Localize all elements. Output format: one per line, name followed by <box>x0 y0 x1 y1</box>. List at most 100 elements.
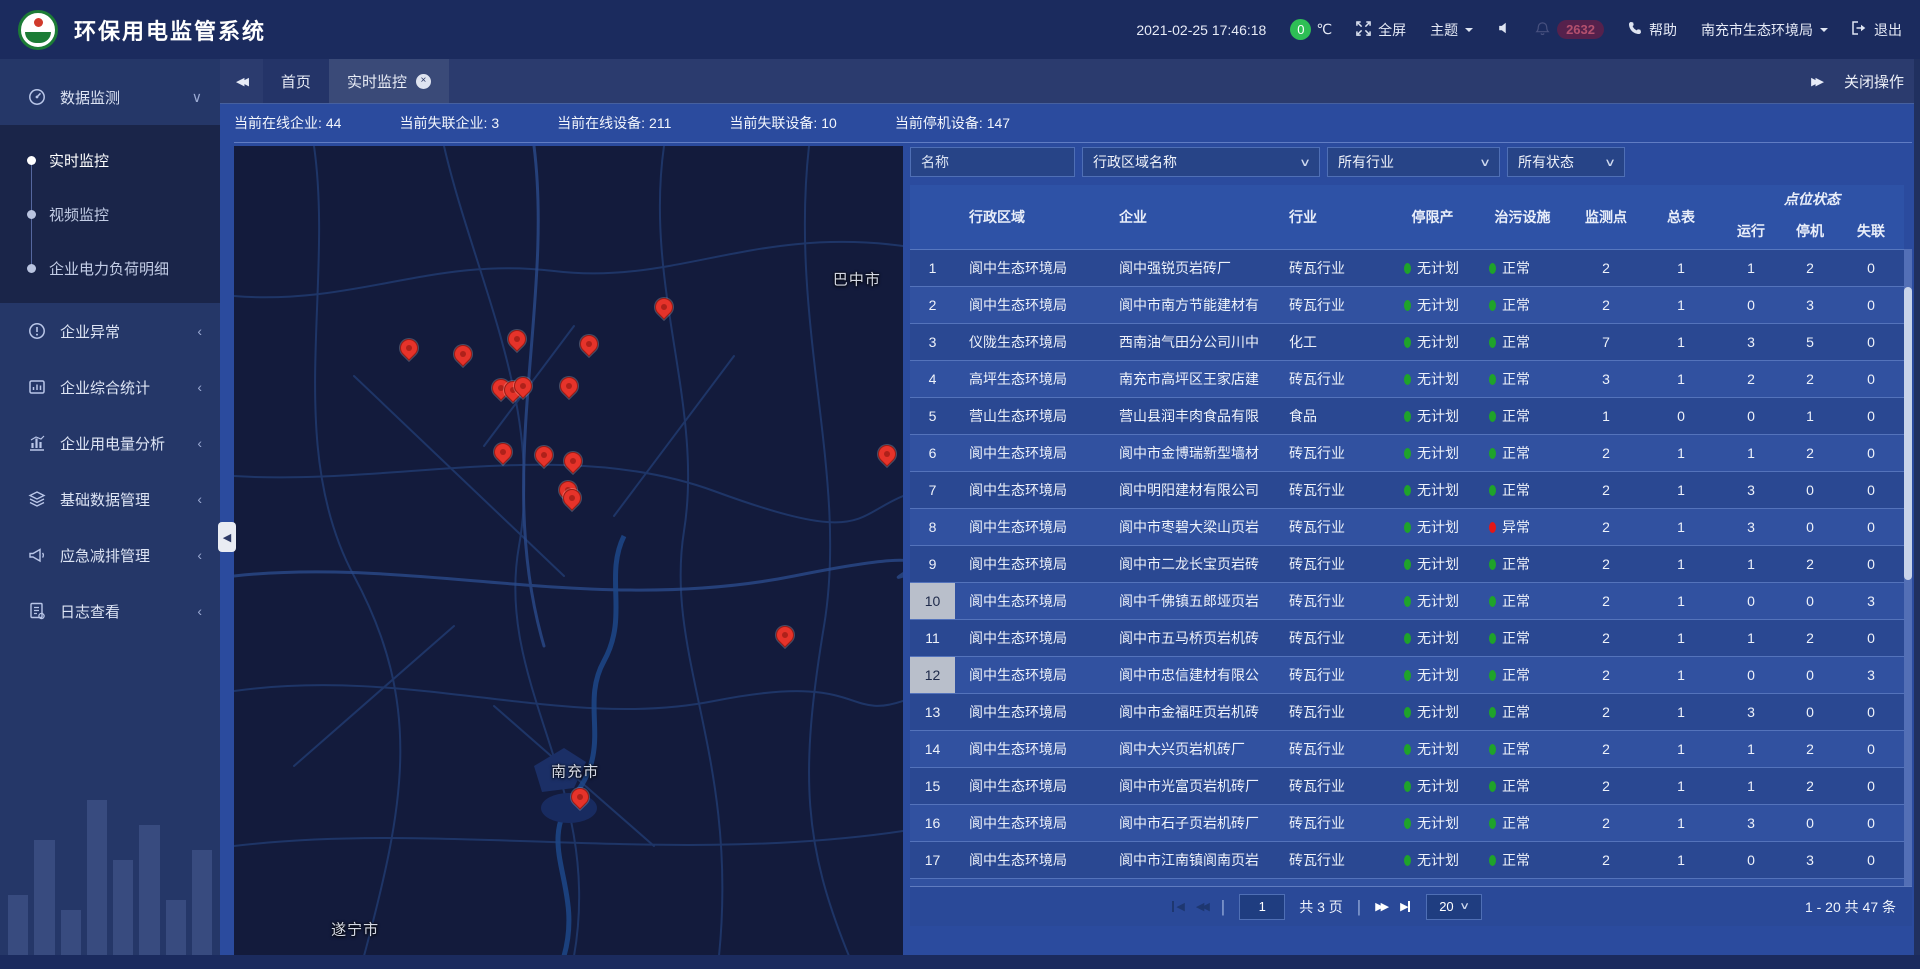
tab-item[interactable]: 首页 <box>263 59 329 103</box>
notifications-button[interactable]: 2632 <box>1535 20 1604 39</box>
logout-button[interactable]: 退出 <box>1852 20 1902 40</box>
cell-lost: 0 <box>1838 842 1904 879</box>
status-filter-select[interactable]: 所有状态∨ <box>1507 147 1625 177</box>
cell-facility: 正常 <box>1475 657 1570 694</box>
cell-production: 无计划 <box>1390 509 1475 546</box>
sidebar-subitem[interactable]: 实时监控 <box>0 133 220 187</box>
last-page-button[interactable]: ▶ <box>1400 900 1411 913</box>
close-operations-button[interactable]: 关闭操作 <box>1844 71 1904 92</box>
cell-industry: 砖瓦行业 <box>1275 472 1390 509</box>
first-page-button[interactable]: ◀ <box>1170 900 1181 913</box>
tab-close-icon[interactable]: × <box>416 74 431 89</box>
prev-page-button[interactable]: ◀◀ <box>1196 900 1207 913</box>
sidebar-item[interactable]: 日志查看‹ <box>0 583 220 639</box>
table-body: 1阆中生态环境局阆中强锐页岩砖厂砖瓦行业无计划正常211202阆中生态环境局阆中… <box>910 250 1904 887</box>
org-dropdown[interactable]: 南充市生态环境局 <box>1701 20 1828 40</box>
cell-lost: 0 <box>1838 546 1904 583</box>
cell-company: 阆中市石子页岩机砖厂 <box>1105 805 1275 842</box>
table-row[interactable]: 3仪陇生态环境局西南油气田分公司川中化工无计划正常71350 <box>910 324 1904 361</box>
enterprise-table: 行政区域 企业 行业 停限产 治污设施 监测点 总表 点位状态 <box>910 185 1904 886</box>
sidebar-item[interactable]: 企业异常‹ <box>0 303 220 359</box>
table-row[interactable]: 16阆中生态环境局阆中市石子页岩机砖厂砖瓦行业无计划正常21300 <box>910 805 1904 842</box>
cell-region: 阆中生态环境局 <box>955 435 1105 472</box>
cell-stop: 0 <box>1782 657 1838 694</box>
cell-meter: 1 <box>1642 620 1720 657</box>
sidebar-item[interactable]: 企业综合统计‹ <box>0 359 220 415</box>
cell-meter: 1 <box>1642 472 1720 509</box>
tab-scroll-right-button[interactable]: ▶▶ <box>1811 75 1824 88</box>
table-row[interactable]: 12阆中生态环境局阆中市忠信建材有限公砖瓦行业无计划正常21003 <box>910 657 1904 694</box>
horn-icon <box>26 544 48 566</box>
notification-count-badge: 2632 <box>1557 20 1604 39</box>
sidebar-item[interactable]: 企业用电量分析‹ <box>0 415 220 471</box>
sidebar-subitem[interactable]: 企业电力负荷明细 <box>0 241 220 295</box>
page-number-input[interactable] <box>1239 894 1285 920</box>
cell-stop: 0 <box>1782 805 1838 842</box>
sidebar-item-label: 基础数据管理 <box>60 489 185 510</box>
table-row[interactable]: 6阆中生态环境局阆中市金博瑞新型墙材砖瓦行业无计划正常21120 <box>910 435 1904 472</box>
cell-run: 1 <box>1720 546 1782 583</box>
cell-stop: 0 <box>1782 472 1838 509</box>
col-stop: 停机 <box>1782 213 1838 250</box>
table-row[interactable]: 14阆中生态环境局阆中大兴页岩机砖厂砖瓦行业无计划正常21120 <box>910 731 1904 768</box>
row-index: 12 <box>910 657 955 694</box>
help-button[interactable]: 帮助 <box>1628 20 1677 40</box>
cell-lost: 0 <box>1838 620 1904 657</box>
page-scrollbar-track[interactable] <box>1914 59 1920 969</box>
tab-bar: ◀◀ 首页实时监控× ▶▶ 关闭操作 <box>220 59 1920 104</box>
map-panel[interactable]: 巴中市南充市遂宁市 <box>234 146 903 956</box>
sidebar-item[interactable]: 基础数据管理‹ <box>0 471 220 527</box>
table-row[interactable]: 10阆中生态环境局阆中千佛镇五郎垭页岩砖瓦行业无计划正常21003 <box>910 583 1904 620</box>
table-scrollbar[interactable] <box>1904 249 1912 886</box>
table-row[interactable]: 4高坪生态环境局南充市高坪区王家店建砖瓦行业无计划正常31220 <box>910 361 1904 398</box>
sidebar-subitem[interactable]: 视频监控 <box>0 187 220 241</box>
cell-stop: 1 <box>1782 398 1838 435</box>
sidebar-subitem-label: 企业电力负荷明细 <box>49 258 169 279</box>
page-size-select[interactable]: 20∨ <box>1426 894 1482 920</box>
table-row[interactable]: 11阆中生态环境局阆中市五马桥页岩机砖砖瓦行业无计划正常21120 <box>910 620 1904 657</box>
sound-button[interactable] <box>1497 21 1511 38</box>
next-page-button[interactable]: ▶▶ <box>1375 900 1386 913</box>
scrollbar-thumb[interactable] <box>1904 287 1912 580</box>
theme-dropdown[interactable]: 主题 <box>1430 20 1473 40</box>
col-point-status-group: 点位状态 <box>1720 185 1904 213</box>
table-row[interactable]: 18南部生态环境局南部县砖化水泥有限公建材加工无计划正常60060 <box>910 879 1904 887</box>
industry-filter-select[interactable]: 所有行业∨ <box>1327 147 1500 177</box>
cell-region: 阆中生态环境局 <box>955 805 1105 842</box>
table-row[interactable]: 8阆中生态环境局阆中市枣碧大梁山页岩砖瓦行业无计划异常21300 <box>910 509 1904 546</box>
tab-scroll-left-button[interactable]: ◀◀ <box>236 75 249 88</box>
table-row[interactable]: 1阆中生态环境局阆中强锐页岩砖厂砖瓦行业无计划正常21120 <box>910 250 1904 287</box>
cell-company: 阆中市南方节能建材有 <box>1105 287 1275 324</box>
cell-stop: 3 <box>1782 842 1838 879</box>
table-row[interactable]: 15阆中生态环境局阆中市光富页岩机砖厂砖瓦行业无计划正常21120 <box>910 768 1904 805</box>
table-row[interactable]: 7阆中生态环境局阆中明阳建材有限公司砖瓦行业无计划正常21300 <box>910 472 1904 509</box>
sidebar-item[interactable]: 数据监测∨ <box>0 69 220 125</box>
row-index: 10 <box>910 583 955 620</box>
cell-company: 阆中千佛镇五郎垭页岩 <box>1105 583 1275 620</box>
cell-region: 阆中生态环境局 <box>955 509 1105 546</box>
cell-meter: 1 <box>1642 361 1720 398</box>
table-row[interactable]: 13阆中生态环境局阆中市金福旺页岩机砖砖瓦行业无计划正常21300 <box>910 694 1904 731</box>
cell-industry: 砖瓦行业 <box>1275 842 1390 879</box>
status-dot-icon <box>1489 263 1496 274</box>
cell-meter: 1 <box>1642 657 1720 694</box>
fullscreen-icon <box>1356 21 1371 39</box>
table-row[interactable]: 5营山生态环境局营山县润丰肉食品有限食品无计划正常10010 <box>910 398 1904 435</box>
table-panel: 行政区域名称∨ 所有行业∨ 所有状态∨ <box>910 146 1912 956</box>
cell-stop: 2 <box>1782 768 1838 805</box>
sidebar-menu: 数据监测∨ 实时监控视频监控企业电力负荷明细企业异常‹企业综合统计‹企业用电量分析… <box>0 59 220 639</box>
fullscreen-button[interactable]: 全屏 <box>1356 20 1406 40</box>
stat-label: 当前失联企业: <box>399 115 487 131</box>
region-filter-select[interactable]: 行政区域名称∨ <box>1082 147 1320 177</box>
tab-active[interactable]: 实时监控× <box>329 59 449 103</box>
table-row[interactable]: 9阆中生态环境局阆中市二龙长宝页岩砖砖瓦行业无计划正常21120 <box>910 546 1904 583</box>
sidebar-collapse-handle[interactable]: ◀ <box>218 522 236 552</box>
name-filter-input[interactable] <box>910 147 1075 177</box>
table-row[interactable]: 17阆中生态环境局阆中市江南镇阆南页岩砖瓦行业无计划正常21030 <box>910 842 1904 879</box>
cell-production: 无计划 <box>1390 287 1475 324</box>
status-dot-icon <box>1404 485 1411 496</box>
sidebar-item[interactable]: 应急减排管理‹ <box>0 527 220 583</box>
stat-value: 10 <box>821 115 837 131</box>
table-row[interactable]: 2阆中生态环境局阆中市南方节能建材有砖瓦行业无计划正常21030 <box>910 287 1904 324</box>
phone-icon <box>1628 21 1642 38</box>
